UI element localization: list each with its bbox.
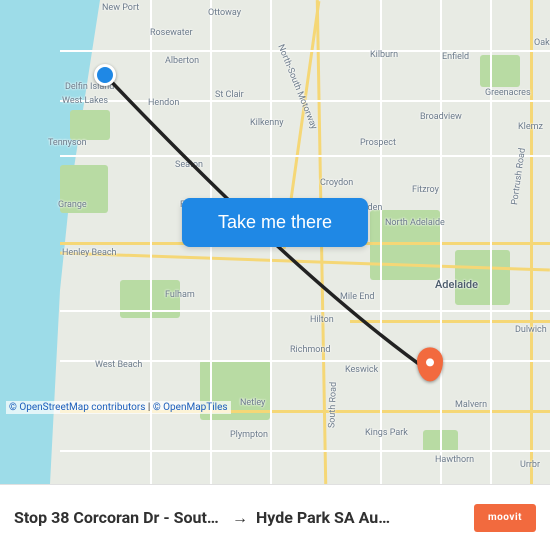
route-arrow-icon: →	[224, 508, 256, 528]
map-label: Netley	[240, 398, 265, 408]
map-label: Dulwich	[515, 325, 547, 335]
origin-label: Stop 38 Corcoran Dr - South E…	[14, 508, 224, 527]
map-label: Seaton	[175, 160, 203, 170]
map-label: North Adelaide	[385, 218, 445, 228]
moovit-logo[interactable]: moovit	[474, 504, 536, 532]
map-label: South Road	[327, 382, 339, 429]
map-label: Tennyson	[48, 138, 87, 148]
map-label: New Port	[102, 3, 139, 13]
map-label: West Lakes	[62, 96, 108, 106]
map-label: Alberton	[165, 56, 199, 66]
map-label-city: Adelaide	[435, 278, 478, 291]
map-label: Mile End	[340, 292, 374, 302]
map-label: St Clair	[215, 90, 244, 100]
map-label: Broadview	[420, 112, 462, 122]
map-label: Hilton	[310, 315, 334, 325]
map-label: Klemz	[518, 122, 543, 132]
map-label: Keswick	[345, 365, 378, 375]
map-label: Enfield	[442, 52, 469, 62]
map-viewport[interactable]: New Port Ottoway Rosewater Alberton Delf…	[0, 0, 550, 484]
map-label: Kings Park	[365, 428, 408, 438]
map-label: Croydon	[320, 178, 353, 188]
map-label: Plympton	[230, 430, 268, 440]
map-label: Urrbr	[520, 460, 540, 470]
map-label: Grange	[58, 200, 87, 210]
map-label: Greenacres	[485, 88, 531, 98]
map-label: Oak	[534, 38, 550, 48]
map-label: Richmond	[290, 345, 330, 355]
map-label: Kilkenny	[250, 118, 283, 128]
map-label: Fitzroy	[412, 185, 439, 195]
map-label: Kilburn	[370, 50, 398, 60]
destination-label: Hyde Park SA Au…	[256, 508, 466, 527]
origin-marker[interactable]	[94, 64, 116, 86]
map-label: Prospect	[360, 138, 396, 148]
osm-attribution-link[interactable]: © OpenStreetMap contributors	[9, 402, 145, 413]
map-label: Rosewater	[150, 28, 193, 38]
omt-attribution-link[interactable]: © OpenMapTiles	[153, 402, 228, 413]
map-label: Hendon	[148, 98, 179, 108]
map-label: Fulham	[165, 290, 195, 300]
map-label: Ottoway	[208, 8, 241, 18]
route-summary-bar: Stop 38 Corcoran Dr - South E… → Hyde Pa…	[0, 484, 550, 550]
map-label: Malvern	[455, 400, 487, 410]
map-label: West Beach	[95, 360, 142, 370]
map-attribution: © OpenStreetMap contributors | © OpenMap…	[6, 401, 231, 414]
take-me-there-button[interactable]: Take me there	[182, 198, 368, 247]
map-label: Hawthorn	[435, 455, 474, 465]
map-label: Henley Beach	[62, 248, 117, 258]
